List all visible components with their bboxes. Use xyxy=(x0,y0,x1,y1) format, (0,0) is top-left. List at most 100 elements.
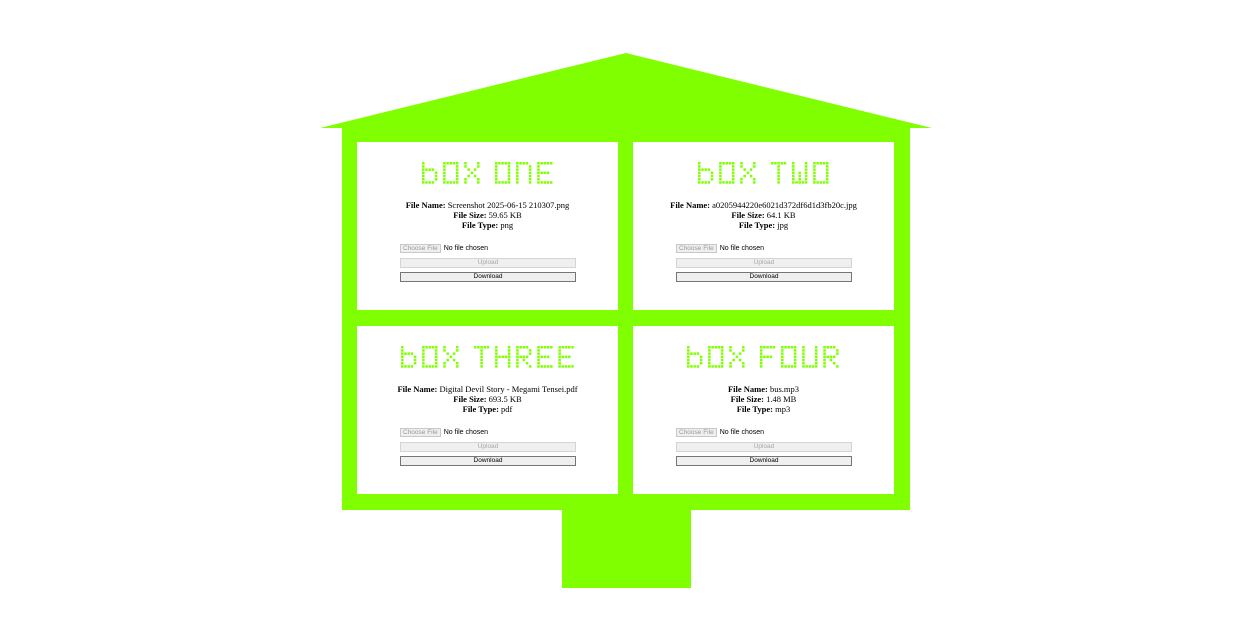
title-letter-f xyxy=(760,346,776,368)
file-controls: Choose File No file chosen Upload Downlo… xyxy=(676,427,852,466)
download-button[interactable]: Download xyxy=(676,456,852,466)
file-size-value: 64.1 KB xyxy=(766,210,796,220)
file-name-value: bus.mp3 xyxy=(769,384,800,394)
title-letter-e xyxy=(537,162,553,184)
house-post xyxy=(562,509,691,588)
box-title-text xyxy=(697,162,829,184)
file-type-value: png xyxy=(500,220,514,230)
file-name-label: File Name: xyxy=(670,200,711,210)
download-button[interactable]: Download xyxy=(400,456,576,466)
title-letter-o xyxy=(781,346,797,368)
title-letter-r xyxy=(823,346,839,368)
file-size-line: File Size: 64.1 KB xyxy=(633,210,894,220)
file-name-label: File Name: xyxy=(405,200,446,210)
box-title xyxy=(357,162,618,188)
title-letter-o xyxy=(494,162,511,184)
file-type-label: File Type: xyxy=(738,220,776,230)
file-size-value: 693.5 KB xyxy=(488,394,522,404)
file-name-value: Digital Devil Story - Megami Tensei.pdf xyxy=(439,384,578,394)
file-controls: Choose File No file chosen Upload Downlo… xyxy=(676,243,852,282)
file-name-value: Screenshot 2025-06-15 210307.png xyxy=(447,200,570,210)
file-size-label: File Size: xyxy=(731,210,765,220)
file-size-line: File Size: 1.48 MB xyxy=(633,394,894,404)
title-letter-h xyxy=(494,346,511,368)
file-info: File Name: Digital Devil Story - Megami … xyxy=(357,384,618,414)
file-size-label: File Size: xyxy=(730,394,764,404)
file-size-value: 59.65 KB xyxy=(488,210,522,220)
file-type-value: jpg xyxy=(777,220,789,230)
title-letter-x xyxy=(729,346,745,368)
house-roof xyxy=(320,53,932,128)
title-letter-o xyxy=(443,162,459,184)
title-letter-u xyxy=(802,346,818,368)
box-four: File Name: bus.mp3 File Size: 1.48 MB Fi… xyxy=(633,326,894,494)
title-letter-b xyxy=(400,346,417,368)
title-letter-x xyxy=(464,162,480,184)
title-letter-x xyxy=(443,346,459,368)
title-letter-b xyxy=(687,346,703,368)
file-name-line: File Name: bus.mp3 xyxy=(633,384,894,394)
no-file-chosen-text: No file chosen xyxy=(719,429,765,436)
file-controls: Choose File No file chosen Upload Downlo… xyxy=(400,243,576,282)
upload-button[interactable]: Upload xyxy=(676,258,852,268)
no-file-chosen-text: No file chosen xyxy=(443,429,489,436)
file-type-line: File Type: jpg xyxy=(633,220,894,230)
file-controls: Choose File No file chosen Upload Downlo… xyxy=(400,427,576,466)
file-info: File Name: Screenshot 2025-06-15 210307.… xyxy=(357,200,618,230)
no-file-chosen-text: No file chosen xyxy=(443,245,489,252)
box-two: File Name: a0205944220e6021d372df6d1d3fb… xyxy=(633,142,894,310)
choose-file-button[interactable]: Choose File xyxy=(400,244,441,253)
file-name-value: a0205944220e6021d372df6d1d3fb20c.jpg xyxy=(712,200,857,210)
box-title xyxy=(633,162,894,188)
file-type-label: File Type: xyxy=(461,220,499,230)
file-type-line: File Type: pdf xyxy=(357,404,618,414)
title-letter-b xyxy=(697,162,714,184)
download-button[interactable]: Download xyxy=(400,272,576,282)
box-title xyxy=(357,346,618,372)
title-letter-e xyxy=(537,346,553,368)
box-title-text xyxy=(421,162,553,184)
choose-file-button[interactable]: Choose File xyxy=(676,244,717,253)
file-type-value: pdf xyxy=(501,404,513,414)
box-one: File Name: Screenshot 2025-06-15 210307.… xyxy=(357,142,618,310)
title-letter-x xyxy=(740,162,756,184)
file-type-line: File Type: png xyxy=(357,220,618,230)
title-letter-b xyxy=(421,162,438,184)
upload-button[interactable]: Upload xyxy=(400,258,576,268)
upload-button[interactable]: Upload xyxy=(676,442,852,452)
file-size-line: File Size: 693.5 KB xyxy=(357,394,618,404)
title-letter-o xyxy=(719,162,735,184)
file-input[interactable]: Choose File No file chosen xyxy=(400,427,576,438)
title-letter-r xyxy=(515,346,532,368)
file-name-label: File Name: xyxy=(397,384,438,394)
file-type-label: File Type: xyxy=(736,404,774,414)
file-size-label: File Size: xyxy=(453,210,487,220)
title-letter-t xyxy=(770,162,787,184)
file-size-label: File Size: xyxy=(453,394,487,404)
file-input[interactable]: Choose File No file chosen xyxy=(676,243,852,254)
choose-file-button[interactable]: Choose File xyxy=(676,428,717,437)
file-name-line: File Name: a0205944220e6021d372df6d1d3fb… xyxy=(633,200,894,210)
file-name-label: File Name: xyxy=(727,384,768,394)
file-type-value: mp3 xyxy=(775,404,791,414)
file-info: File Name: a0205944220e6021d372df6d1d3fb… xyxy=(633,200,894,230)
title-letter-e xyxy=(558,346,574,368)
box-title-text xyxy=(687,346,839,368)
title-letter-t xyxy=(473,346,490,368)
upload-button[interactable]: Upload xyxy=(400,442,576,452)
title-letter-o xyxy=(708,346,724,368)
box-title xyxy=(633,346,894,372)
file-type-line: File Type: mp3 xyxy=(633,404,894,414)
box-three: File Name: Digital Devil Story - Megami … xyxy=(357,326,618,494)
file-size-line: File Size: 59.65 KB xyxy=(357,210,618,220)
download-button[interactable]: Download xyxy=(676,272,852,282)
file-input[interactable]: Choose File No file chosen xyxy=(400,243,576,254)
choose-file-button[interactable]: Choose File xyxy=(400,428,441,437)
file-input[interactable]: Choose File No file chosen xyxy=(676,427,852,438)
box-title-text xyxy=(400,346,574,368)
title-letter-o xyxy=(813,162,829,184)
file-name-line: File Name: Digital Devil Story - Megami … xyxy=(357,384,618,394)
file-size-value: 1.48 MB xyxy=(766,394,797,404)
file-name-line: File Name: Screenshot 2025-06-15 210307.… xyxy=(357,200,618,210)
title-letter-n xyxy=(515,162,532,184)
